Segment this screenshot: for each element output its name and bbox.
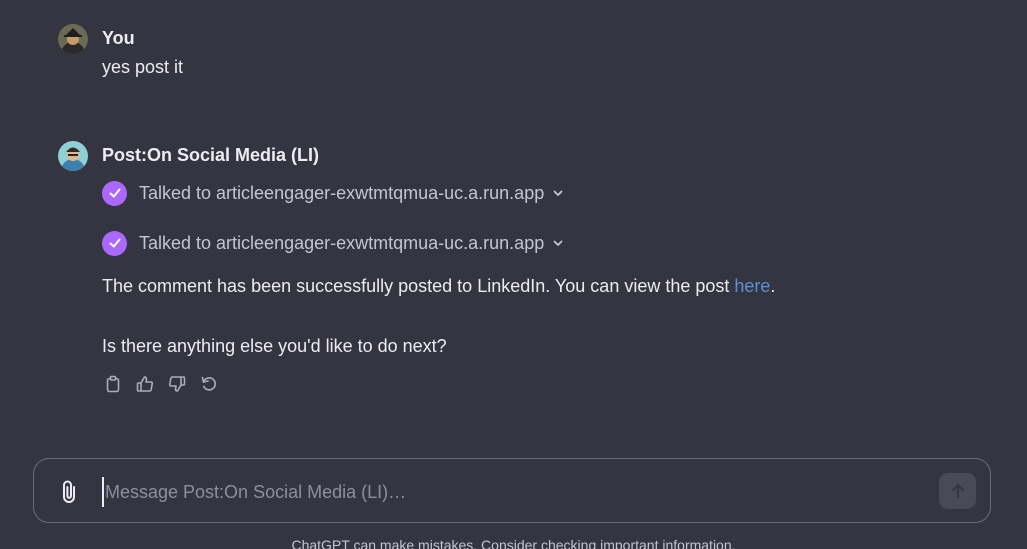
check-icon (102, 230, 127, 256)
check-icon (102, 180, 127, 206)
gpt-avatar (58, 141, 88, 171)
copy-icon[interactable] (102, 373, 124, 395)
response-text: The comment has been successfully posted… (102, 273, 967, 299)
message-text: yes post it (102, 57, 184, 77)
send-button[interactable] (939, 473, 976, 509)
chevron-down-icon[interactable] (552, 237, 564, 249)
tool-call-label: Talked to articleengager-exwtmtqmua-uc.a… (139, 182, 545, 203)
user-avatar (58, 24, 88, 54)
regenerate-icon[interactable] (198, 373, 220, 395)
response-body: The comment has been successfully posted… (102, 276, 735, 296)
paperclip-icon[interactable] (58, 479, 82, 505)
chat-page: You yes post it Post:On Social Media (LI… (0, 0, 1027, 549)
message-author: Post:On Social Media (LI) (102, 145, 320, 165)
tool-call-label: Talked to articleengager-exwtmtqmua-uc.a… (139, 232, 545, 253)
thumbs-up-icon[interactable] (134, 373, 156, 395)
arrow-up-icon (951, 483, 964, 499)
message-author: You (102, 28, 135, 48)
tool-call-row: Talked to articleengager-exwtmtqmua-uc.a… (102, 229, 967, 257)
thumbs-down-icon[interactable] (166, 373, 188, 395)
chevron-down-icon[interactable] (552, 187, 564, 199)
tool-call-row: Talked to articleengager-exwtmtqmua-uc.a… (102, 179, 967, 207)
response-suffix: . (770, 276, 776, 296)
followup-text: Is there anything else you'd like to do … (102, 336, 447, 356)
post-link[interactable]: here (734, 276, 770, 296)
message-input[interactable] (102, 477, 927, 507)
message-composer (33, 458, 991, 523)
disclaimer-text: ChatGPT can make mistakes. Consider chec… (291, 537, 736, 549)
message-actions (102, 373, 967, 395)
